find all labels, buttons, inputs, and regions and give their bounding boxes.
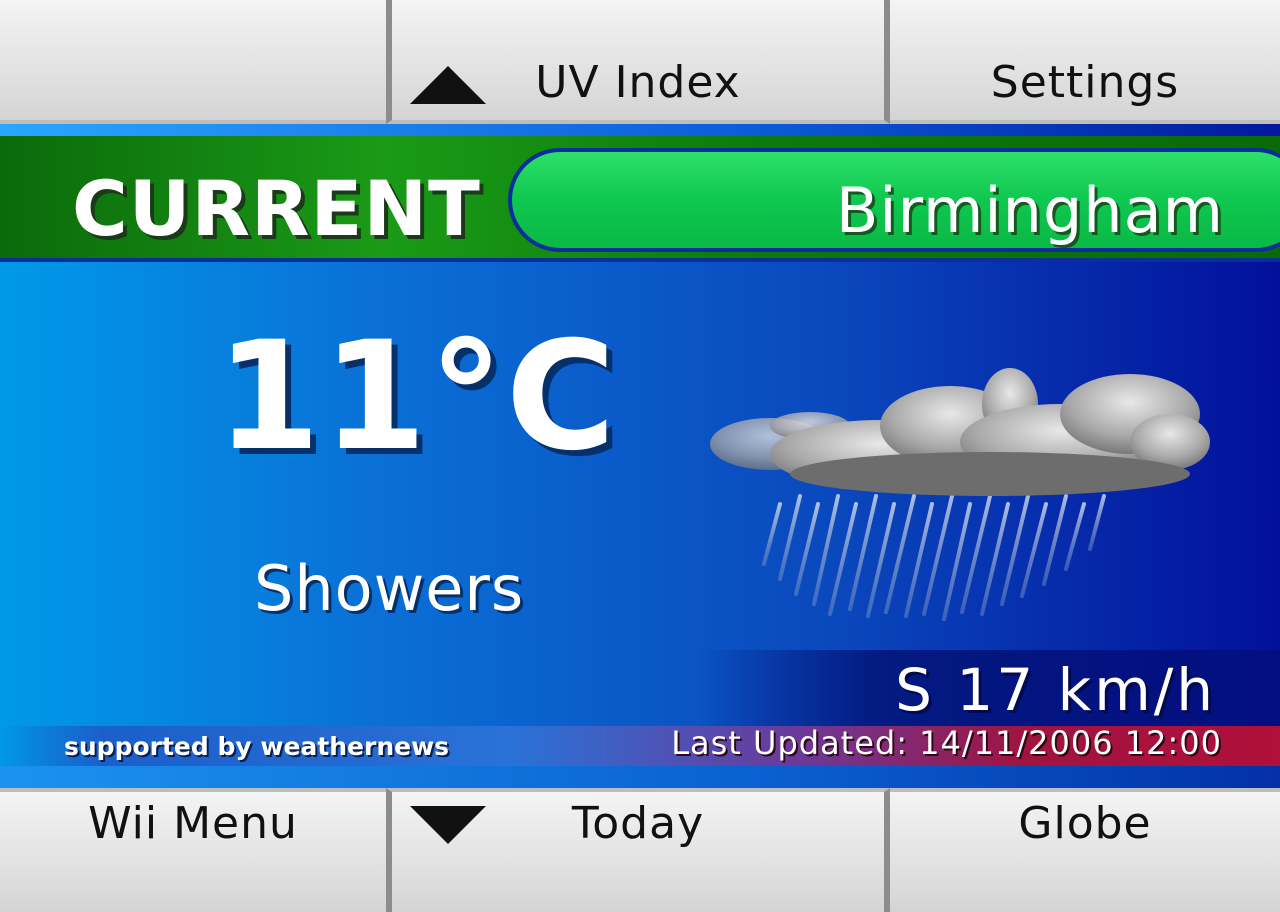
globe-button[interactable]: Globe [890, 788, 1280, 912]
uv-index-button[interactable]: UV Index [386, 0, 890, 124]
uv-index-label: UV Index [535, 57, 741, 108]
temperature: 11°C [216, 310, 618, 484]
top-left-button[interactable] [0, 0, 386, 124]
supported-by-text: supported by weathernews [64, 732, 450, 761]
header-band: CURRENT Birmingham [0, 136, 1280, 262]
globe-label: Globe [1018, 798, 1152, 849]
wii-menu-label: Wii Menu [88, 798, 298, 849]
rain-cloud-icon [710, 368, 1210, 621]
city-name: Birmingham [835, 174, 1224, 247]
settings-label: Settings [990, 57, 1180, 108]
bottom-button-bar: Wii Menu Today Globe [0, 788, 1280, 912]
page-title: CURRENT [72, 164, 481, 253]
settings-button[interactable]: Settings [890, 0, 1280, 124]
weather-condition: Showers [254, 552, 525, 625]
today-label: Today [571, 798, 705, 849]
current-weather-panel: CURRENT Birmingham 11°C Showers S 17 km/… [0, 124, 1280, 788]
today-button[interactable]: Today [386, 788, 890, 912]
panel-bottom-stripe [0, 766, 1280, 788]
top-button-bar: UV Index Settings [0, 0, 1280, 124]
last-updated-text: Last Updated: 14/11/2006 12:00 [671, 724, 1222, 762]
panel-top-stripe [0, 124, 1280, 136]
wii-menu-button[interactable]: Wii Menu [0, 788, 386, 912]
wind-speed: S 17 km/h [895, 656, 1216, 724]
city-pill: Birmingham [508, 148, 1280, 252]
